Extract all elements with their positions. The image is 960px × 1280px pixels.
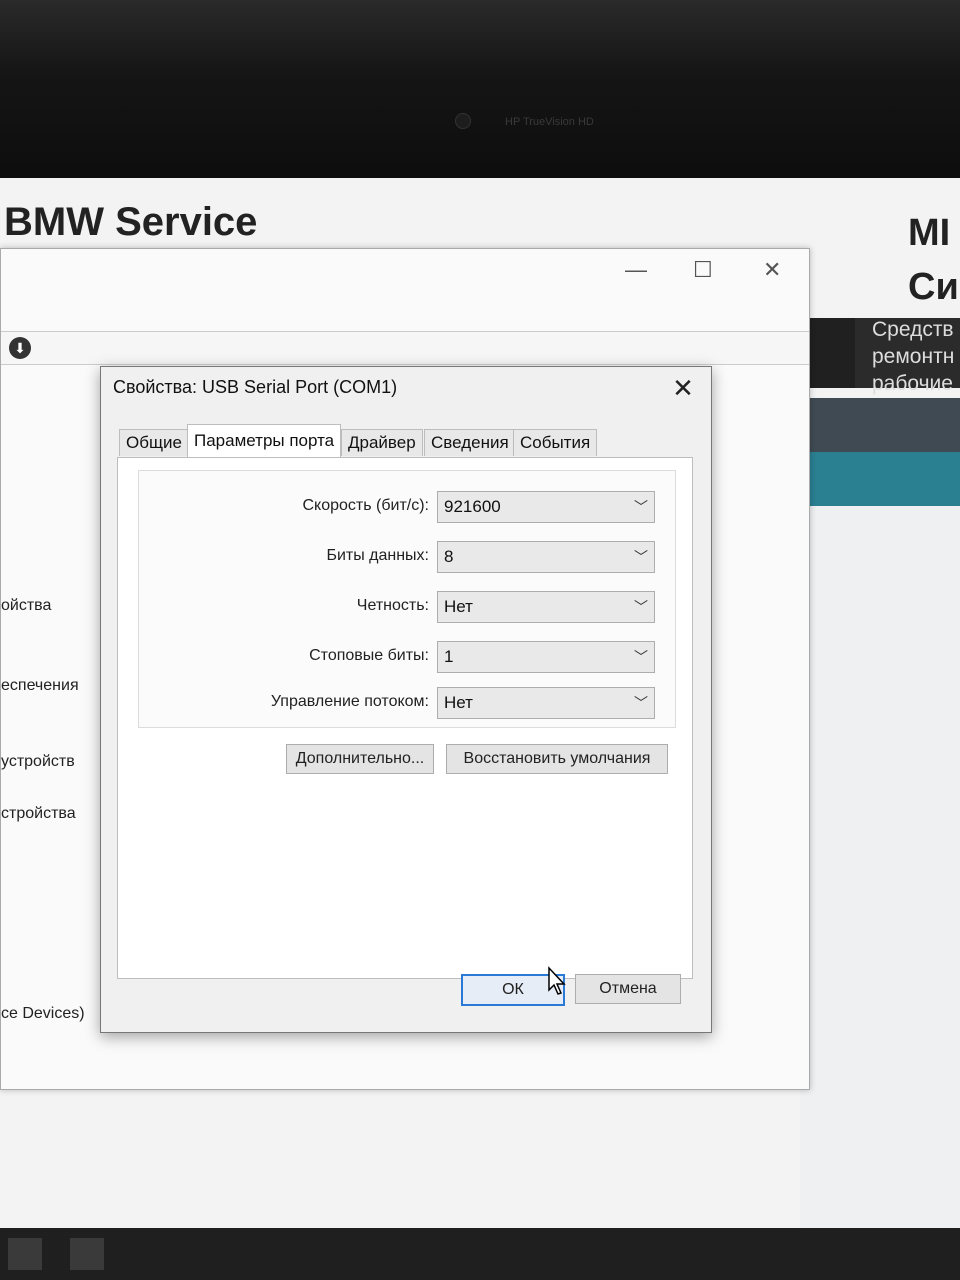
minimize-button[interactable]: — [625,257,647,283]
close-button[interactable]: ✕ [763,257,781,283]
data-bits-select[interactable]: 8 ﹀ [437,541,655,573]
tree-item[interactable]: ce Devices) [1,1005,85,1023]
advanced-button[interactable]: Дополнительно... [286,744,434,774]
teal-band [800,452,960,506]
chevron-down-icon: ﹀ [634,649,648,665]
chevron-down-icon: ﹀ [634,695,648,711]
settings-group: Скорость (бит/с): 921600 ﹀ Биты данных: … [138,470,676,728]
grey-band [800,398,960,452]
flow-control-value: Нет [444,693,473,712]
parity-label: Четность: [356,597,429,614]
baud-rate-value: 921600 [444,497,501,516]
right-description: Средств ремонтн рабочие [872,316,954,397]
parity-value: Нет [444,597,473,616]
tab-driver[interactable]: Драйвер [341,429,423,456]
camera-label: HP TrueVision HD [505,116,594,128]
cancel-button[interactable]: Отмена [575,974,681,1004]
stop-bits-value: 1 [444,647,454,666]
chevron-down-icon: ﹀ [634,499,648,515]
parity-select[interactable]: Нет ﹀ [437,591,655,623]
dialog-close-icon[interactable]: ✕ [669,373,697,404]
maximize-button[interactable]: ☐ [693,257,713,283]
tree-item[interactable]: ойства [1,597,51,615]
flow-control-select[interactable]: Нет ﹀ [437,687,655,719]
taskbar-app-icon[interactable] [70,1238,104,1270]
baud-rate-label: Скорость (бит/с): [302,497,429,514]
update-driver-icon[interactable]: ⬇ [9,337,31,359]
desc-line-1: Средств [872,318,954,341]
right-content-area [800,506,960,1280]
right-header: MI Си [908,206,959,314]
desc-line-3: рабочие [872,372,953,395]
properties-dialog: Свойства: USB Serial Port (COM1) ✕ Общие… [100,366,712,1033]
taskbar-app-icon[interactable] [8,1238,42,1270]
taskbar [0,1228,960,1280]
dialog-title: Свойства: USB Serial Port (COM1) [113,377,398,397]
monitor-bezel: HP TrueVision HD [0,0,960,185]
chevron-down-icon: ﹀ [634,549,648,565]
toolbar: ⬇ [1,331,809,365]
restore-defaults-button[interactable]: Восстановить умолчания [446,744,668,774]
tree-item[interactable]: стройства [1,805,76,823]
mouse-cursor-icon [548,966,566,995]
app-title: BMW Service [4,200,258,244]
screen: BMW Service MI Си Средств ремонтн рабочи… [0,178,960,1280]
desc-line-2: ремонтн [872,345,955,368]
chevron-down-icon: ﹀ [634,599,648,615]
tab-events[interactable]: События [513,429,598,456]
right-header-line-1: MI [908,212,951,254]
webcam-icon [455,113,471,129]
tab-details[interactable]: Сведения [424,429,516,456]
data-bits-label: Биты данных: [326,547,429,564]
tree-item[interactable]: устройств [1,753,75,771]
port-settings-panel: Скорость (бит/с): 921600 ﹀ Биты данных: … [117,457,693,979]
tree-item[interactable]: еспечения [1,677,79,695]
flow-control-label: Управление потоком: [270,693,429,710]
tab-general[interactable]: Общие [119,429,189,456]
baud-rate-select[interactable]: 921600 ﹀ [437,491,655,523]
right-header-line-2: Си [908,266,959,308]
tab-port-settings[interactable]: Параметры порта [187,424,342,457]
stop-bits-label: Стоповые биты: [309,647,429,664]
stop-bits-select[interactable]: 1 ﹀ [437,641,655,673]
data-bits-value: 8 [444,547,454,566]
